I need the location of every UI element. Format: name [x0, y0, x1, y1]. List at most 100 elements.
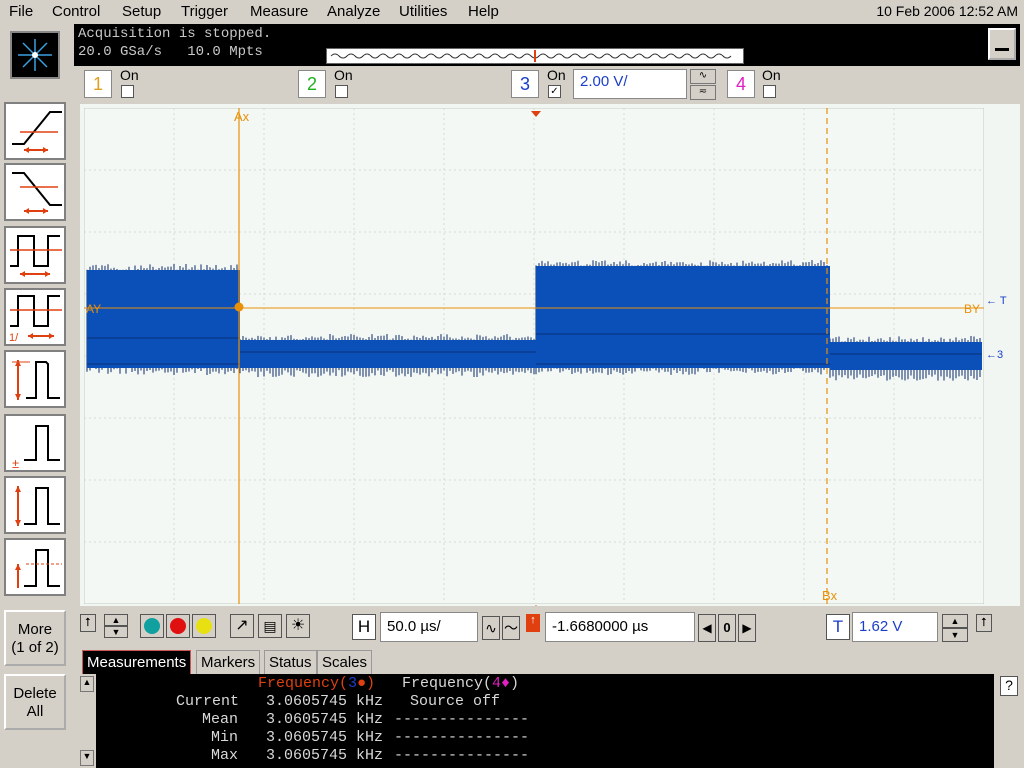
menu-control[interactable]: Control	[52, 3, 100, 20]
channel-3-scale-field[interactable]: 2.00 V/	[573, 69, 687, 99]
rise-time-button[interactable]	[4, 102, 66, 160]
fall-time-icon	[6, 165, 64, 219]
channel-2-checkbox[interactable]	[335, 85, 348, 98]
scroll-up-arrow-icon[interactable]: ▲	[80, 676, 94, 692]
marker-ay-label: AY	[86, 302, 101, 316]
menu-bar: File Control Setup Trigger Measure Analy…	[0, 0, 1024, 24]
sample-rate: 20.0 GSa/s 10.0 Mpts	[78, 44, 263, 60]
scroll-down-button[interactable]: ▼	[104, 626, 128, 638]
channel-1-button[interactable]: 1	[84, 70, 112, 98]
svg-text:±: ±	[12, 456, 19, 470]
position-zero-button[interactable]: 0	[718, 614, 736, 642]
channel-2-on-label: On	[334, 67, 353, 83]
menu-file[interactable]: File	[9, 3, 33, 20]
trigger-pin-icon[interactable]: ⭡	[976, 614, 992, 632]
amplitude-button[interactable]	[4, 476, 66, 534]
channel-4-button[interactable]: 4	[727, 70, 755, 98]
menu-measure[interactable]: Measure	[250, 3, 308, 20]
delete-label: Delete	[6, 685, 64, 703]
pin-icon[interactable]: ⭡	[80, 614, 96, 632]
tab-measurements[interactable]: Measurements	[82, 650, 191, 674]
channel-3-ground-label: 3	[997, 349, 1003, 361]
run-button[interactable]	[140, 614, 164, 638]
coupling-dc-button[interactable]: ≂	[690, 85, 716, 100]
zoom-wave-button[interactable]: ∿	[482, 616, 500, 640]
period-button[interactable]	[4, 226, 66, 284]
waveform-graticule[interactable]	[84, 108, 984, 604]
minimize-icon	[995, 48, 1009, 51]
channel-4-on-label: On	[762, 67, 781, 83]
scroll-down-arrow-icon[interactable]: ▼	[80, 750, 94, 766]
channel-3-button[interactable]: 3	[511, 70, 539, 98]
trigger-level-field[interactable]: 1.62 V	[852, 612, 938, 642]
channel-3-ground-marker: ←3	[986, 349, 1003, 361]
trigger-position-marker	[530, 104, 542, 110]
zoom-out-button[interactable]: 〜	[502, 616, 520, 640]
overview-wave	[327, 50, 741, 62]
measurement-col2-header[interactable]: Frequency(4♦)	[402, 675, 519, 692]
row-max-value: 3.0605745 kHz	[266, 747, 383, 764]
horizontal-position-field[interactable]: -1.6680000 µs	[545, 612, 695, 642]
datetime: 10 Feb 2006 12:52 AM	[876, 3, 1018, 19]
vpp-button[interactable]	[4, 350, 66, 408]
tab-scales[interactable]: Scales	[317, 650, 372, 674]
help-button[interactable]: ?	[1000, 676, 1018, 696]
row-max-label: Max	[176, 747, 238, 764]
brightness-button[interactable]: ☀	[286, 614, 310, 638]
delete-all-button[interactable]: Delete All	[4, 674, 66, 730]
marker-bx-label: Bx	[822, 588, 837, 603]
vmin-button[interactable]: ±	[4, 414, 66, 472]
channel-4-checkbox[interactable]	[763, 85, 776, 98]
tab-status[interactable]: Status	[264, 650, 317, 674]
top-button[interactable]	[4, 538, 66, 596]
menu-setup[interactable]: Setup	[122, 3, 161, 20]
position-left-button[interactable]: ◀	[698, 614, 716, 642]
trigger-level-up-button[interactable]: ▲	[942, 614, 968, 628]
horizontal-scale-field[interactable]: 50.0 µs/	[380, 612, 478, 642]
single-icon	[196, 618, 212, 634]
more-button[interactable]: More (1 of 2)	[4, 610, 66, 666]
source-off-label: Source off	[410, 693, 500, 710]
waveform-overview[interactable]	[326, 48, 744, 64]
acquisition-status: Acquisition is stopped.	[78, 26, 271, 42]
scroll-up-button[interactable]: ▲	[104, 614, 128, 626]
trigger-reference-icon: ↑	[526, 614, 540, 632]
stop-button[interactable]	[166, 614, 190, 638]
frequency-icon: 1/	[6, 290, 64, 344]
menu-analyze[interactable]: Analyze	[327, 3, 380, 20]
channel-1-on-label: On	[120, 67, 139, 83]
measurements-scrollbar[interactable]: ▲ ▼	[78, 674, 96, 768]
frequency-button[interactable]: 1/	[4, 288, 66, 346]
starburst-icon	[12, 33, 58, 77]
row-min-label: Min	[176, 729, 238, 746]
single-button[interactable]	[192, 614, 216, 638]
agilent-logo[interactable]	[10, 31, 60, 79]
measurement-col1-header[interactable]: Frequency(3●)	[258, 675, 375, 692]
menu-help[interactable]: Help	[468, 3, 499, 20]
channel-1-checkbox[interactable]	[121, 85, 134, 98]
more-label: More	[6, 621, 64, 639]
more-page-label: (1 of 2)	[6, 639, 64, 657]
marker-ax-point[interactable]	[235, 303, 244, 312]
rise-time-icon	[6, 104, 64, 158]
tab-markers[interactable]: Markers	[196, 650, 260, 674]
channel-3-checkbox[interactable]: ✓	[548, 85, 561, 98]
row-mean-col2: ---------------	[394, 711, 529, 728]
position-right-button[interactable]: ▶	[738, 614, 756, 642]
period-icon	[6, 228, 64, 282]
minimize-button[interactable]	[988, 28, 1016, 60]
menu-utilities[interactable]: Utilities	[399, 3, 447, 20]
trigger-label: T	[826, 614, 850, 640]
trigger-level-down-button[interactable]: ▼	[942, 628, 968, 642]
marker-ax-label: Ax	[234, 109, 249, 124]
coupling-ac-button[interactable]: ∿	[690, 69, 716, 84]
fall-time-button[interactable]	[4, 163, 66, 221]
print-button[interactable]: ▤	[258, 614, 282, 638]
trigger-position-marker-bottom	[530, 598, 542, 604]
measurements-panel: Frequency(3●) Frequency(4♦) Current 3.06…	[96, 674, 994, 768]
autoscale-button[interactable]: ↗	[230, 614, 254, 638]
menu-trigger[interactable]: Trigger	[181, 3, 228, 20]
channel-3-on-label: On	[547, 67, 566, 83]
horizontal-label: H	[352, 614, 376, 640]
channel-2-button[interactable]: 2	[298, 70, 326, 98]
